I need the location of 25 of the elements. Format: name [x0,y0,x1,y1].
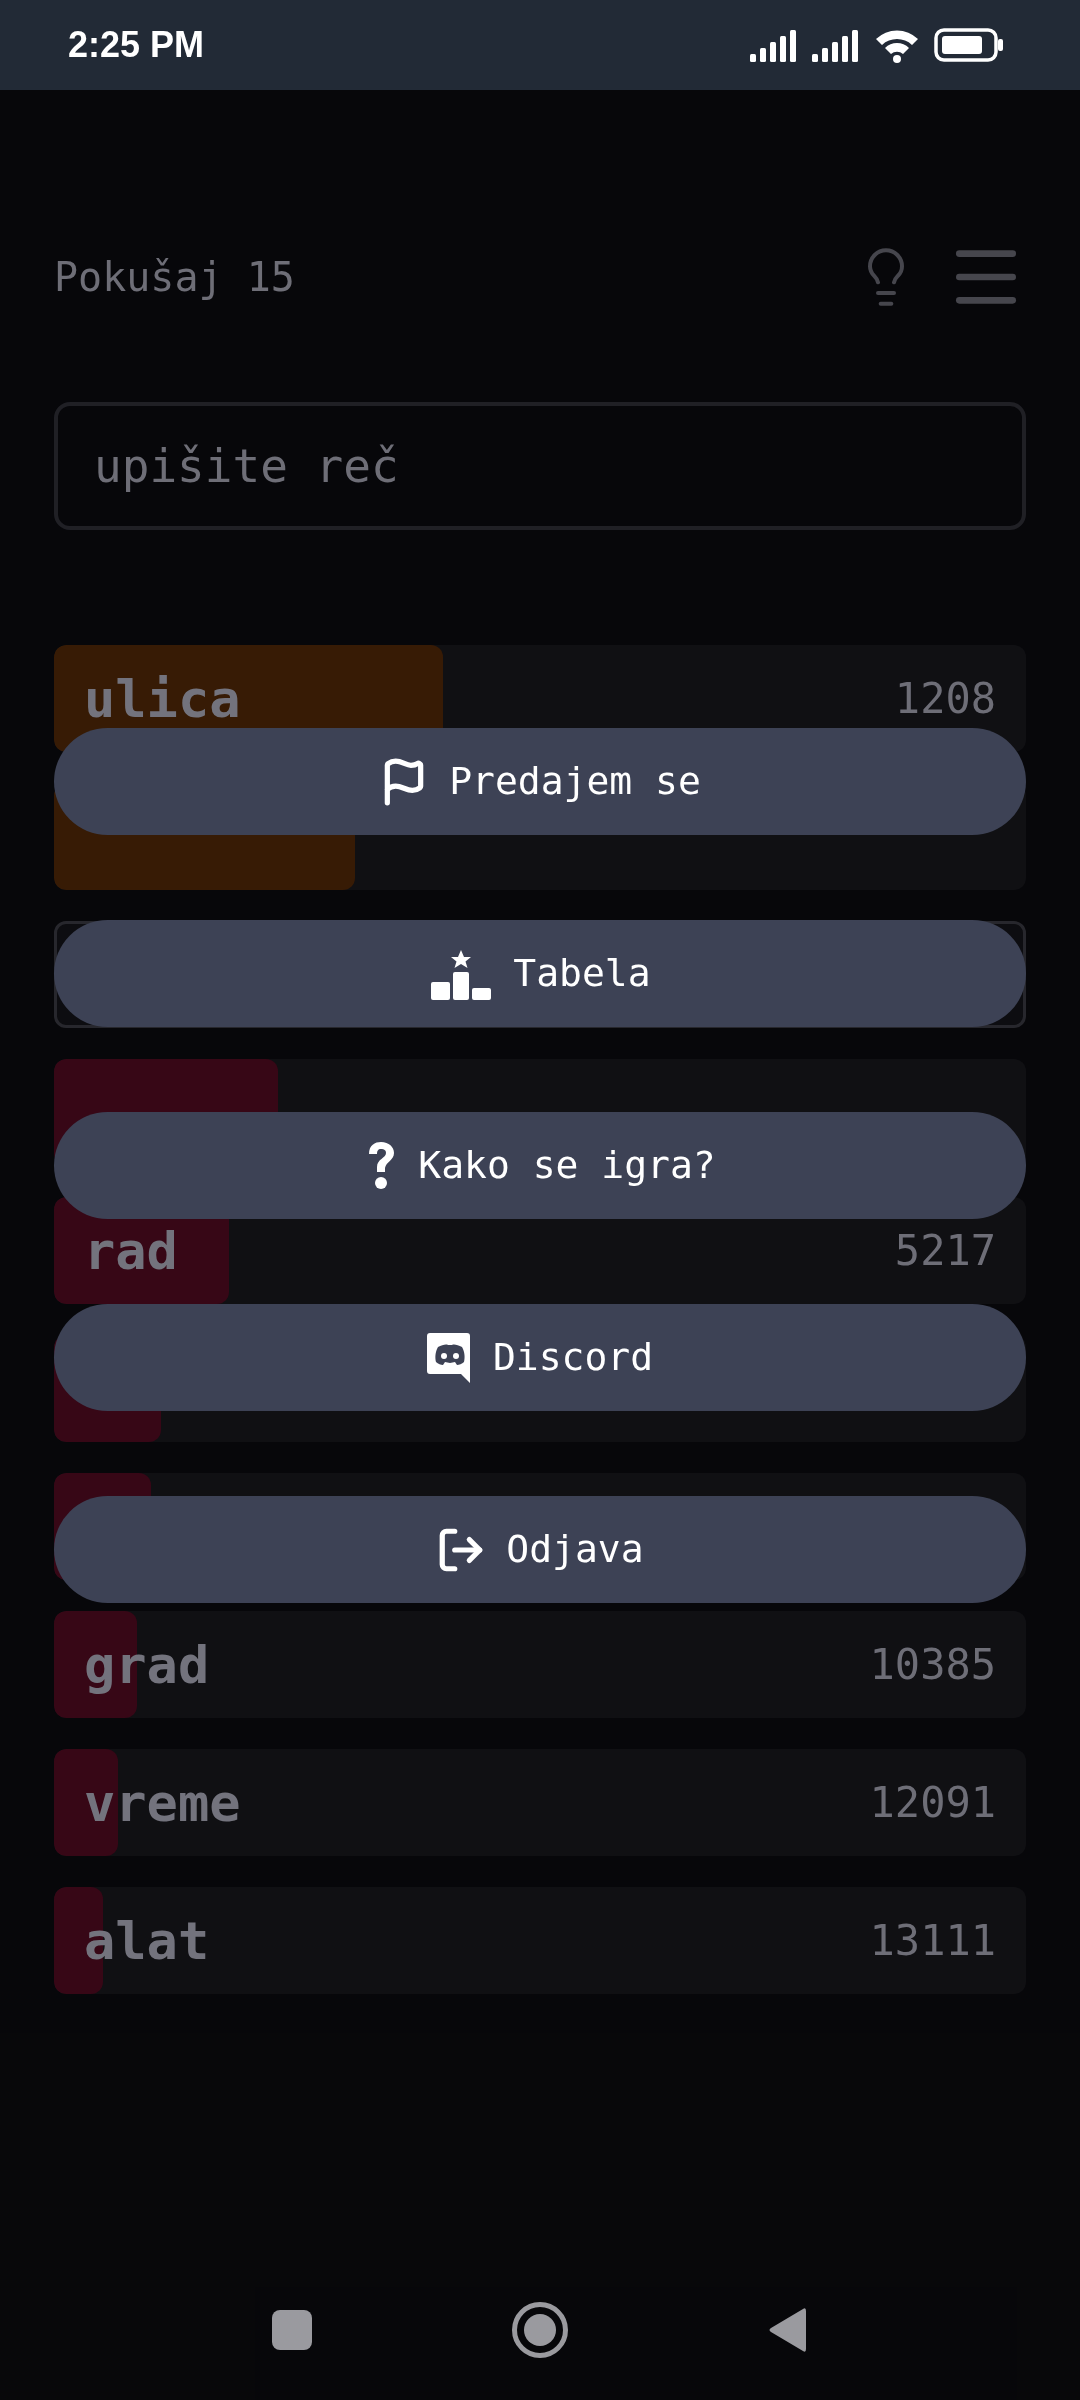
guess-word: vreme [84,1776,241,1829]
chat-bubble-icon [426,1332,473,1383]
signal-icon [812,28,860,62]
guess-word: rad [84,1224,178,1277]
menu-button[interactable]: Predajem se [54,728,1026,835]
guess-rank: 5217 [894,1229,996,1272]
guess-rank: 13111 [869,1919,996,1962]
home-button[interactable] [512,2302,568,2358]
word-input[interactable]: upišite reč [54,402,1026,530]
battery-icon [934,28,1004,62]
guess-word: ulica [84,672,241,725]
menu-button[interactable]: Kako se igra? [54,1112,1026,1219]
guess-rank: 12091 [869,1781,996,1824]
menu-button[interactable]: Discord [54,1304,1026,1411]
recents-button[interactable] [272,2310,312,2350]
menu-button[interactable]: Odjava [54,1496,1026,1603]
attempt-counter: Pokušaj 15 [54,253,295,302]
back-button[interactable] [768,2307,808,2353]
menu-button[interactable]: Tabela [54,920,1026,1027]
wifi-icon [874,27,920,63]
guess-word: alat [84,1914,210,1967]
signal-icon [750,28,798,62]
status-time: 2:25 PM [68,23,205,67]
guess-rank: 1208 [894,677,996,720]
guess-rank: 10385 [869,1643,996,1686]
